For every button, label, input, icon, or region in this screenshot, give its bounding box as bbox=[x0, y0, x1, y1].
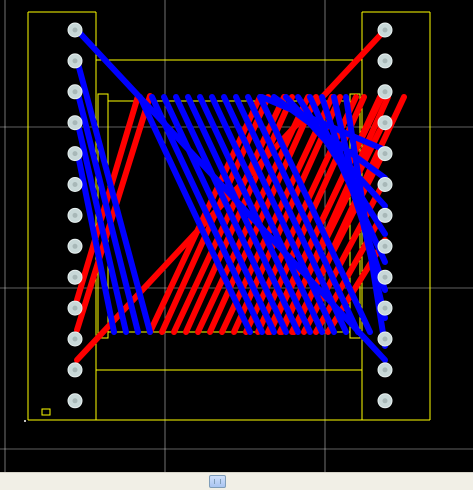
pad-hole bbox=[382, 120, 388, 126]
pad-hole bbox=[382, 398, 388, 404]
pad-hole bbox=[382, 367, 388, 373]
pad-hole bbox=[382, 182, 388, 187]
pad-hole bbox=[72, 367, 78, 373]
pad-hole bbox=[382, 336, 388, 342]
pad-hole bbox=[382, 151, 388, 157]
pad-hole bbox=[382, 212, 388, 218]
pad-hole bbox=[72, 243, 78, 249]
horizontal-scrollbar[interactable] bbox=[0, 472, 473, 490]
pad-hole bbox=[72, 151, 78, 157]
pad-hole bbox=[382, 58, 388, 64]
pad-hole bbox=[382, 89, 388, 95]
pad-hole bbox=[72, 89, 78, 95]
pad-hole bbox=[72, 274, 78, 280]
pad-hole bbox=[72, 305, 78, 311]
pad-hole bbox=[72, 212, 78, 218]
grip-icon bbox=[214, 479, 221, 484]
pcb-editor bbox=[0, 0, 473, 490]
pcb-canvas[interactable] bbox=[0, 0, 473, 472]
origin-dot bbox=[24, 420, 26, 422]
pad-hole bbox=[382, 305, 388, 311]
scrollbar-thumb[interactable] bbox=[209, 475, 226, 488]
pad-hole bbox=[72, 336, 78, 342]
pad-hole bbox=[72, 398, 78, 404]
pad-hole bbox=[382, 243, 388, 249]
pad-hole bbox=[72, 120, 78, 126]
pad-hole bbox=[72, 27, 78, 33]
pad-hole bbox=[382, 274, 388, 280]
pad-hole bbox=[72, 58, 78, 64]
pad-hole bbox=[382, 27, 388, 33]
pad-hole bbox=[72, 182, 78, 187]
origin-marker bbox=[41, 408, 51, 416]
